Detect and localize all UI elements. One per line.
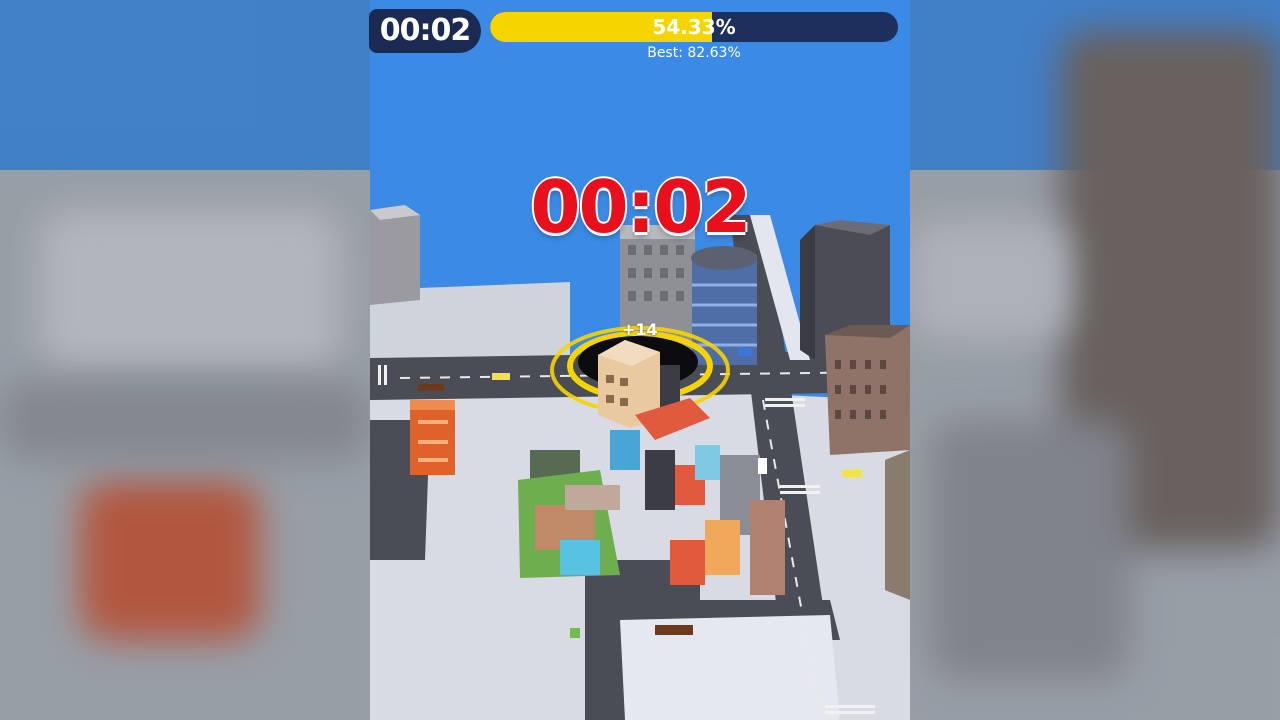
building-icon (885, 450, 910, 600)
score-popup: +14 (622, 320, 658, 339)
city-scene (370, 205, 910, 720)
progress-bar: 54.33% (490, 12, 898, 42)
building-icon (825, 325, 910, 455)
best-score-label: Best: 82.63% (647, 45, 741, 61)
car-icon (842, 470, 862, 477)
blurred-background-right (910, 0, 1280, 720)
car-icon (758, 458, 767, 474)
blurred-background-left (0, 0, 370, 720)
timer-display: 00:02 (369, 9, 481, 53)
car-icon (418, 384, 444, 391)
countdown-timer: 00:02 (530, 165, 751, 249)
game-viewport[interactable] (370, 0, 910, 720)
car-icon (492, 373, 510, 380)
car-icon (570, 628, 580, 638)
progress-percent-label: 54.33% (652, 15, 736, 39)
car-icon (655, 625, 693, 635)
building-icon (410, 400, 455, 475)
car-icon (738, 348, 752, 356)
